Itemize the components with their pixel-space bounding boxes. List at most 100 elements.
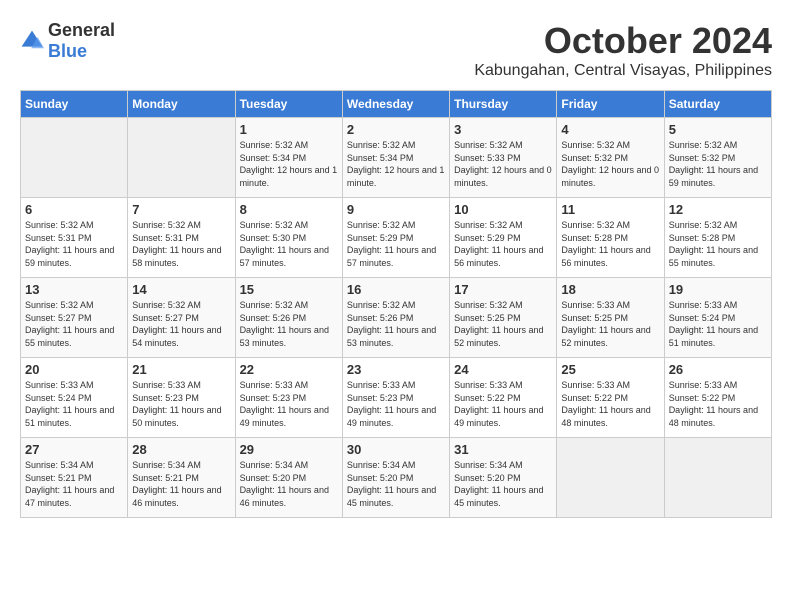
- header-wednesday: Wednesday: [342, 91, 449, 118]
- day-cell: 12 Sunrise: 5:32 AMSunset: 5:28 PMDaylig…: [664, 198, 771, 278]
- day-cell: 30 Sunrise: 5:34 AMSunset: 5:20 PMDaylig…: [342, 438, 449, 518]
- day-cell: 11 Sunrise: 5:32 AMSunset: 5:28 PMDaylig…: [557, 198, 664, 278]
- day-info: Sunrise: 5:32 AMSunset: 5:31 PMDaylight:…: [132, 219, 230, 269]
- day-number: 3: [454, 122, 552, 137]
- day-info: Sunrise: 5:33 AMSunset: 5:23 PMDaylight:…: [240, 379, 338, 429]
- day-number: 11: [561, 202, 659, 217]
- day-cell: 2 Sunrise: 5:32 AMSunset: 5:34 PMDayligh…: [342, 118, 449, 198]
- logo-general: General: [48, 20, 115, 40]
- header: General Blue October 2024 Kabungahan, Ce…: [20, 20, 772, 80]
- day-number: 20: [25, 362, 123, 377]
- day-number: 23: [347, 362, 445, 377]
- day-info: Sunrise: 5:32 AMSunset: 5:30 PMDaylight:…: [240, 219, 338, 269]
- day-cell: 16 Sunrise: 5:32 AMSunset: 5:26 PMDaylig…: [342, 278, 449, 358]
- day-cell: 3 Sunrise: 5:32 AMSunset: 5:33 PMDayligh…: [450, 118, 557, 198]
- week-row-2: 6 Sunrise: 5:32 AMSunset: 5:31 PMDayligh…: [21, 198, 772, 278]
- day-info: Sunrise: 5:33 AMSunset: 5:24 PMDaylight:…: [669, 299, 767, 349]
- logo-text: General Blue: [48, 20, 115, 62]
- day-number: 27: [25, 442, 123, 457]
- location-title: Kabungahan, Central Visayas, Philippines: [474, 62, 772, 80]
- day-number: 25: [561, 362, 659, 377]
- day-info: Sunrise: 5:33 AMSunset: 5:23 PMDaylight:…: [347, 379, 445, 429]
- header-thursday: Thursday: [450, 91, 557, 118]
- day-number: 26: [669, 362, 767, 377]
- day-cell: 5 Sunrise: 5:32 AMSunset: 5:32 PMDayligh…: [664, 118, 771, 198]
- day-info: Sunrise: 5:34 AMSunset: 5:21 PMDaylight:…: [25, 459, 123, 509]
- day-info: Sunrise: 5:33 AMSunset: 5:22 PMDaylight:…: [669, 379, 767, 429]
- day-info: Sunrise: 5:32 AMSunset: 5:26 PMDaylight:…: [240, 299, 338, 349]
- day-info: Sunrise: 5:34 AMSunset: 5:21 PMDaylight:…: [132, 459, 230, 509]
- day-number: 1: [240, 122, 338, 137]
- day-cell: 8 Sunrise: 5:32 AMSunset: 5:30 PMDayligh…: [235, 198, 342, 278]
- day-number: 31: [454, 442, 552, 457]
- day-cell: 1 Sunrise: 5:32 AMSunset: 5:34 PMDayligh…: [235, 118, 342, 198]
- header-sunday: Sunday: [21, 91, 128, 118]
- day-info: Sunrise: 5:32 AMSunset: 5:33 PMDaylight:…: [454, 139, 552, 189]
- header-tuesday: Tuesday: [235, 91, 342, 118]
- week-row-1: 1 Sunrise: 5:32 AMSunset: 5:34 PMDayligh…: [21, 118, 772, 198]
- day-number: 4: [561, 122, 659, 137]
- day-number: 22: [240, 362, 338, 377]
- day-number: 29: [240, 442, 338, 457]
- week-row-3: 13 Sunrise: 5:32 AMSunset: 5:27 PMDaylig…: [21, 278, 772, 358]
- logo: General Blue: [20, 20, 115, 62]
- logo-icon: [20, 29, 44, 53]
- day-cell: 25 Sunrise: 5:33 AMSunset: 5:22 PMDaylig…: [557, 358, 664, 438]
- week-row-4: 20 Sunrise: 5:33 AMSunset: 5:24 PMDaylig…: [21, 358, 772, 438]
- day-info: Sunrise: 5:34 AMSunset: 5:20 PMDaylight:…: [240, 459, 338, 509]
- day-info: Sunrise: 5:33 AMSunset: 5:22 PMDaylight:…: [454, 379, 552, 429]
- day-info: Sunrise: 5:33 AMSunset: 5:25 PMDaylight:…: [561, 299, 659, 349]
- day-info: Sunrise: 5:34 AMSunset: 5:20 PMDaylight:…: [454, 459, 552, 509]
- day-cell: 13 Sunrise: 5:32 AMSunset: 5:27 PMDaylig…: [21, 278, 128, 358]
- day-number: 12: [669, 202, 767, 217]
- day-cell: [21, 118, 128, 198]
- day-cell: 23 Sunrise: 5:33 AMSunset: 5:23 PMDaylig…: [342, 358, 449, 438]
- calendar-table: Sunday Monday Tuesday Wednesday Thursday…: [20, 90, 772, 518]
- day-info: Sunrise: 5:32 AMSunset: 5:32 PMDaylight:…: [669, 139, 767, 189]
- logo-blue: Blue: [48, 41, 87, 61]
- day-number: 9: [347, 202, 445, 217]
- day-cell: 20 Sunrise: 5:33 AMSunset: 5:24 PMDaylig…: [21, 358, 128, 438]
- day-number: 18: [561, 282, 659, 297]
- day-info: Sunrise: 5:32 AMSunset: 5:34 PMDaylight:…: [240, 139, 338, 189]
- week-row-5: 27 Sunrise: 5:34 AMSunset: 5:21 PMDaylig…: [21, 438, 772, 518]
- day-cell: 22 Sunrise: 5:33 AMSunset: 5:23 PMDaylig…: [235, 358, 342, 438]
- day-cell: [664, 438, 771, 518]
- day-info: Sunrise: 5:34 AMSunset: 5:20 PMDaylight:…: [347, 459, 445, 509]
- day-cell: 9 Sunrise: 5:32 AMSunset: 5:29 PMDayligh…: [342, 198, 449, 278]
- day-cell: 24 Sunrise: 5:33 AMSunset: 5:22 PMDaylig…: [450, 358, 557, 438]
- day-number: 2: [347, 122, 445, 137]
- day-number: 6: [25, 202, 123, 217]
- day-info: Sunrise: 5:33 AMSunset: 5:23 PMDaylight:…: [132, 379, 230, 429]
- header-row: Sunday Monday Tuesday Wednesday Thursday…: [21, 91, 772, 118]
- header-saturday: Saturday: [664, 91, 771, 118]
- day-cell: 18 Sunrise: 5:33 AMSunset: 5:25 PMDaylig…: [557, 278, 664, 358]
- day-info: Sunrise: 5:33 AMSunset: 5:22 PMDaylight:…: [561, 379, 659, 429]
- day-number: 21: [132, 362, 230, 377]
- day-info: Sunrise: 5:32 AMSunset: 5:26 PMDaylight:…: [347, 299, 445, 349]
- day-cell: 7 Sunrise: 5:32 AMSunset: 5:31 PMDayligh…: [128, 198, 235, 278]
- day-cell: [557, 438, 664, 518]
- day-number: 10: [454, 202, 552, 217]
- day-number: 28: [132, 442, 230, 457]
- day-number: 13: [25, 282, 123, 297]
- day-number: 30: [347, 442, 445, 457]
- day-info: Sunrise: 5:33 AMSunset: 5:24 PMDaylight:…: [25, 379, 123, 429]
- day-info: Sunrise: 5:32 AMSunset: 5:27 PMDaylight:…: [132, 299, 230, 349]
- day-cell: 21 Sunrise: 5:33 AMSunset: 5:23 PMDaylig…: [128, 358, 235, 438]
- day-number: 17: [454, 282, 552, 297]
- day-cell: [128, 118, 235, 198]
- title-area: October 2024 Kabungahan, Central Visayas…: [474, 20, 772, 80]
- day-cell: 29 Sunrise: 5:34 AMSunset: 5:20 PMDaylig…: [235, 438, 342, 518]
- day-cell: 6 Sunrise: 5:32 AMSunset: 5:31 PMDayligh…: [21, 198, 128, 278]
- day-number: 7: [132, 202, 230, 217]
- day-info: Sunrise: 5:32 AMSunset: 5:31 PMDaylight:…: [25, 219, 123, 269]
- day-cell: 4 Sunrise: 5:32 AMSunset: 5:32 PMDayligh…: [557, 118, 664, 198]
- day-number: 15: [240, 282, 338, 297]
- day-info: Sunrise: 5:32 AMSunset: 5:28 PMDaylight:…: [561, 219, 659, 269]
- header-monday: Monday: [128, 91, 235, 118]
- day-cell: 10 Sunrise: 5:32 AMSunset: 5:29 PMDaylig…: [450, 198, 557, 278]
- day-cell: 27 Sunrise: 5:34 AMSunset: 5:21 PMDaylig…: [21, 438, 128, 518]
- day-info: Sunrise: 5:32 AMSunset: 5:27 PMDaylight:…: [25, 299, 123, 349]
- day-info: Sunrise: 5:32 AMSunset: 5:28 PMDaylight:…: [669, 219, 767, 269]
